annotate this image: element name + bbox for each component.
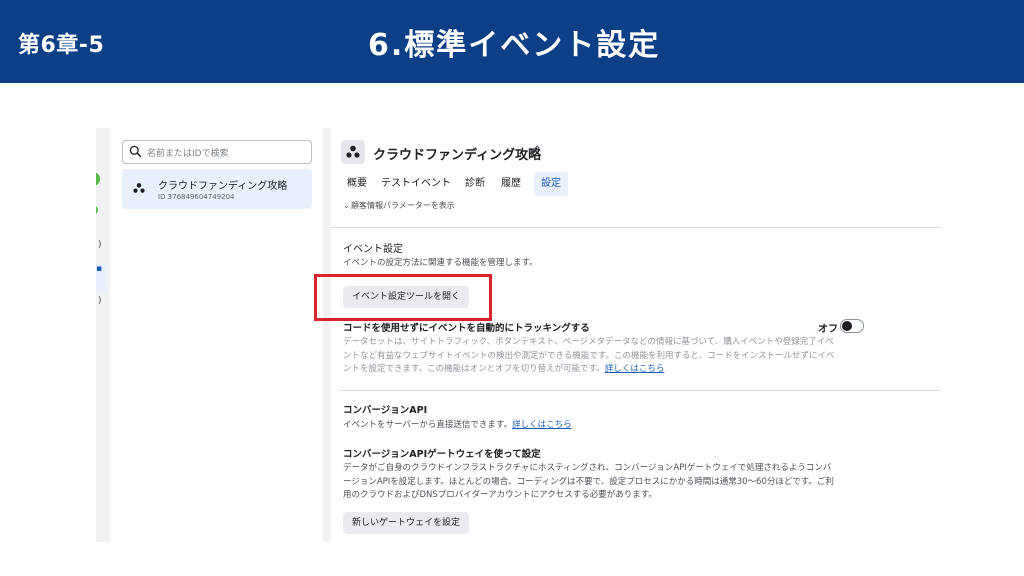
capi-gateway-title: コンバージョンAPIゲートウェイを使って設定 bbox=[343, 449, 541, 460]
expander-label: 顧客情報パラメーターを表示 bbox=[351, 201, 455, 210]
slide-title: 6.標準イベント設定 bbox=[368, 28, 661, 63]
rail-status-dot bbox=[96, 172, 100, 186]
conversion-api-text: イベントをサーバーから直接送信できます。 bbox=[343, 420, 513, 430]
dataset-id: ID 376849604749204 bbox=[158, 193, 235, 201]
chapter-label: 第6章-5 bbox=[18, 33, 105, 58]
dataset-title: クラウドファンディング攻略 bbox=[373, 148, 542, 163]
left-nav-rail: ) ▪ ) bbox=[96, 128, 110, 542]
description-line: ージョンAPIを設定します。ほとんどの場合、コーディングは不要で、設定プロセスに… bbox=[343, 476, 834, 487]
tab-diagnostics[interactable]: 診断 bbox=[461, 172, 489, 196]
capi-gateway-description: データがご自身のクラウドインフラストラクチャにホスティングされ、コンバージョンA… bbox=[343, 462, 873, 503]
description-line: ントを設定できます。この機能はオンとオフを切り替えが可能です。詳しくはこちら bbox=[343, 363, 863, 377]
tab-settings[interactable]: 設定 bbox=[534, 172, 568, 196]
header-divider bbox=[331, 227, 940, 228]
auto-tracking-title: コードを使用せずにイベントを自動的にトラッキングする bbox=[343, 323, 590, 334]
dataset-avatar bbox=[341, 140, 365, 164]
dataset-icon bbox=[346, 145, 360, 158]
auto-tracking-description: データセットは、サイトトラフィック、ボタンテキスト、ページメタデータなどの情報に… bbox=[343, 336, 863, 377]
auto-tracking-toggle-label: オフ bbox=[818, 324, 838, 335]
event-settings-description: イベントの設定方法に関連する機能を管理します。 bbox=[343, 258, 538, 268]
dataset-list-panel: 名前またはIDで検索 クラウドファンディング攻略 ID 376849604749… bbox=[110, 128, 323, 542]
description-line: 用のクラウドおよびDNSプロバイダーアカウントにアクセスする必要があります。 bbox=[343, 490, 657, 500]
rail-marker[interactable]: ) bbox=[98, 240, 102, 250]
conversion-api-description: イベントをサーバーから直接送信できます。詳しくはこちら bbox=[343, 418, 572, 430]
slide-header: 第6章-5 6.標準イベント設定 bbox=[0, 0, 1024, 83]
toggle-knob bbox=[842, 321, 852, 331]
dataset-detail-panel: クラウドファンディング攻略 概要 テストイベント 診断 履歴 設定 ⌄顧客情報パ… bbox=[331, 128, 940, 542]
pencil-icon[interactable] bbox=[529, 144, 541, 156]
description-line-text: ントを設定できます。この機能はオンとオフを切り替えが可能です。 bbox=[343, 364, 605, 374]
customer-params-expander[interactable]: ⌄顧客情報パラメーターを表示 bbox=[343, 200, 455, 211]
highlight-annotation-box bbox=[314, 274, 492, 321]
rail-marker[interactable]: ) bbox=[98, 296, 102, 306]
description-line: データがご自身のクラウドインフラストラクチャにホスティングされ、コンバージョンA… bbox=[343, 463, 832, 473]
slide: 第6章-5 6.標準イベント設定 ) ▪ ) 名前またはIDで検索 クラウドファ… bbox=[0, 0, 1024, 576]
dataset-icon bbox=[133, 183, 145, 193]
description-line: ントなど有益なウェブサイトイベントの検出や測定ができる機能です。この機能を利用す… bbox=[343, 350, 835, 361]
auto-tracking-toggle[interactable] bbox=[840, 319, 864, 333]
section-divider bbox=[339, 390, 940, 391]
conversion-api-title: コンバージョンAPI bbox=[343, 405, 428, 416]
rail-marker-active[interactable]: ▪ bbox=[96, 264, 106, 292]
learn-more-link[interactable]: 詳しくはこちら bbox=[605, 364, 665, 374]
rail-status-dot bbox=[96, 205, 98, 215]
tab-history[interactable]: 履歴 bbox=[497, 172, 525, 196]
search-icon bbox=[129, 145, 142, 158]
events-manager-screenshot: ) ▪ ) 名前またはIDで検索 クラウドファンディング攻略 ID 376849… bbox=[96, 128, 940, 542]
new-gateway-button[interactable]: 新しいゲートウェイを設定 bbox=[343, 512, 469, 534]
dataset-list-item[interactable]: クラウドファンディング攻略 ID 376849604749204 bbox=[122, 169, 312, 209]
learn-more-link[interactable]: 詳しくはこちら bbox=[512, 420, 572, 430]
tab-test-events[interactable]: テストイベント bbox=[381, 172, 451, 196]
event-settings-title: イベント設定 bbox=[343, 244, 403, 255]
search-input[interactable]: 名前またはIDで検索 bbox=[122, 140, 312, 164]
tab-overview[interactable]: 概要 bbox=[343, 172, 371, 196]
description-line: データセットは、サイトトラフィック、ボタンテキスト、ページメタデータなどの情報に… bbox=[343, 337, 834, 347]
chevron-down-icon: ⌄ bbox=[343, 201, 350, 210]
dataset-name: クラウドファンディング攻略 bbox=[158, 181, 288, 192]
search-placeholder: 名前またはIDで検索 bbox=[147, 149, 229, 159]
